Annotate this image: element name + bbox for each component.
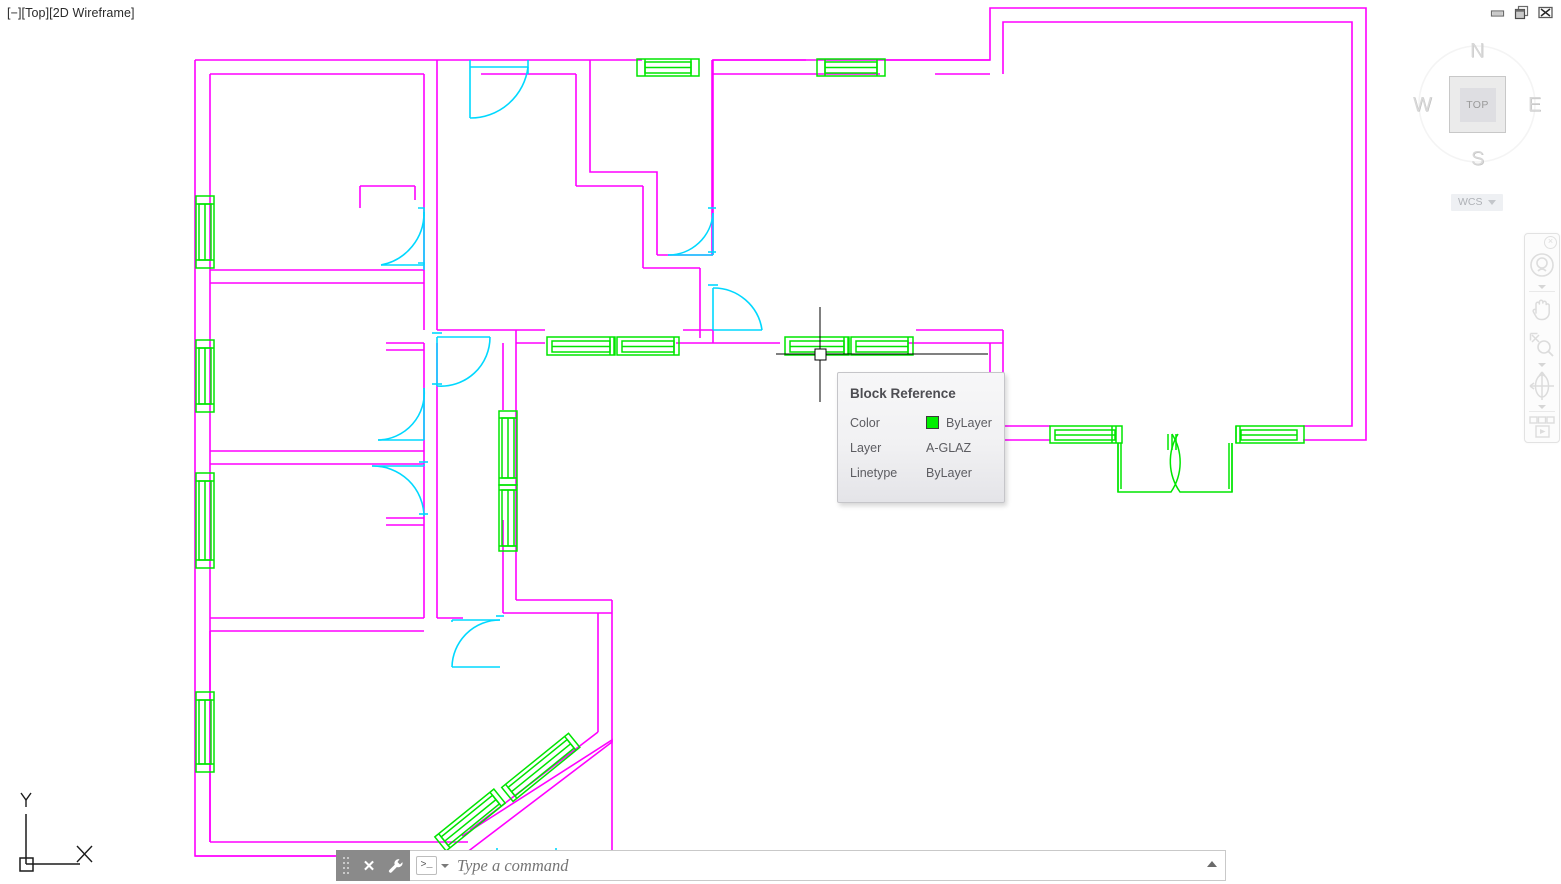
viewcube[interactable]: N W E S TOP	[1404, 26, 1552, 186]
window-left-3	[196, 473, 214, 568]
navbar-divider-2	[1529, 411, 1555, 412]
command-input-wrapper[interactable]: >_	[410, 850, 1226, 881]
steering-wheel-caret-icon[interactable]	[1538, 285, 1546, 289]
window-center-vert-1	[499, 411, 517, 485]
block-reference-tooltip: Block Reference Color ByLayer Layer A-GL…	[837, 372, 1005, 503]
viewcube-top-face[interactable]: TOP	[1449, 76, 1506, 133]
command-line[interactable]: ✕ >_	[336, 850, 1226, 881]
viewcube-east-label[interactable]: E	[1528, 94, 1541, 117]
color-swatch-icon	[926, 416, 939, 429]
navbar-close-icon[interactable]: ×	[1544, 236, 1557, 249]
tooltip-row-color: Color ByLayer	[850, 410, 1004, 435]
tooltip-key-layer: Layer	[850, 441, 926, 455]
window-diagonal-2	[435, 789, 505, 851]
command-line-customize-icon[interactable]	[382, 850, 410, 881]
tooltip-value-linetype: ByLayer	[926, 466, 972, 480]
window-band-4	[851, 337, 913, 355]
showmotion-icon[interactable]	[1525, 414, 1559, 442]
zoom-extents-icon[interactable]	[1525, 326, 1559, 363]
command-prompt-caret-icon[interactable]	[441, 864, 449, 868]
pan-icon[interactable]	[1525, 294, 1559, 326]
tooltip-row-linetype: Linetype ByLayer	[850, 460, 1004, 485]
window-top-2	[817, 59, 885, 76]
tooltip-value-layer: A-GLAZ	[926, 441, 971, 455]
viewcube-top-label: TOP	[1460, 88, 1496, 122]
command-input[interactable]	[455, 855, 1225, 877]
window-left-2	[196, 340, 214, 412]
window-center-vert-2	[499, 485, 517, 551]
viewcube-north-label[interactable]: N	[1470, 40, 1484, 63]
tooltip-key-linetype: Linetype	[850, 466, 926, 480]
command-line-grip[interactable]	[336, 850, 356, 881]
autocad-drawing-window: [−][Top][2D Wireframe]	[0, 0, 1561, 884]
command-line-close-icon[interactable]: ✕	[356, 850, 382, 881]
window-top-1	[637, 59, 699, 76]
tooltip-value-color: ByLayer	[946, 416, 992, 430]
drawing-canvas[interactable]	[0, 0, 1561, 884]
window-band-2	[617, 337, 679, 355]
doors-layer	[372, 60, 762, 856]
command-history-expand-icon[interactable]	[1207, 861, 1217, 867]
navigation-bar[interactable]: ×	[1524, 233, 1560, 443]
window-right-2	[1236, 426, 1304, 443]
tooltip-key-color: Color	[850, 416, 926, 430]
viewcube-west-label[interactable]: W	[1413, 94, 1432, 117]
windows-layer	[196, 59, 1304, 851]
window-band-1	[547, 337, 615, 355]
chevron-down-icon	[1488, 200, 1496, 205]
viewcube-south-label[interactable]: S	[1471, 148, 1484, 171]
tooltip-row-layer: Layer A-GLAZ	[850, 435, 1004, 460]
window-right-1	[1050, 426, 1122, 443]
window-left-1	[196, 196, 214, 268]
orbit-caret-icon[interactable]	[1538, 405, 1546, 409]
wcs-label: WCS	[1458, 196, 1483, 208]
ucs-icon	[10, 786, 110, 876]
command-prompt-icon[interactable]: >_	[416, 856, 437, 875]
navbar-divider	[1529, 291, 1555, 292]
window-left-4	[196, 692, 214, 772]
tooltip-title: Block Reference	[850, 386, 1004, 401]
wcs-dropdown[interactable]: WCS	[1451, 194, 1503, 211]
walls-layer	[195, 8, 1366, 856]
orbit-icon[interactable]	[1525, 367, 1559, 404]
